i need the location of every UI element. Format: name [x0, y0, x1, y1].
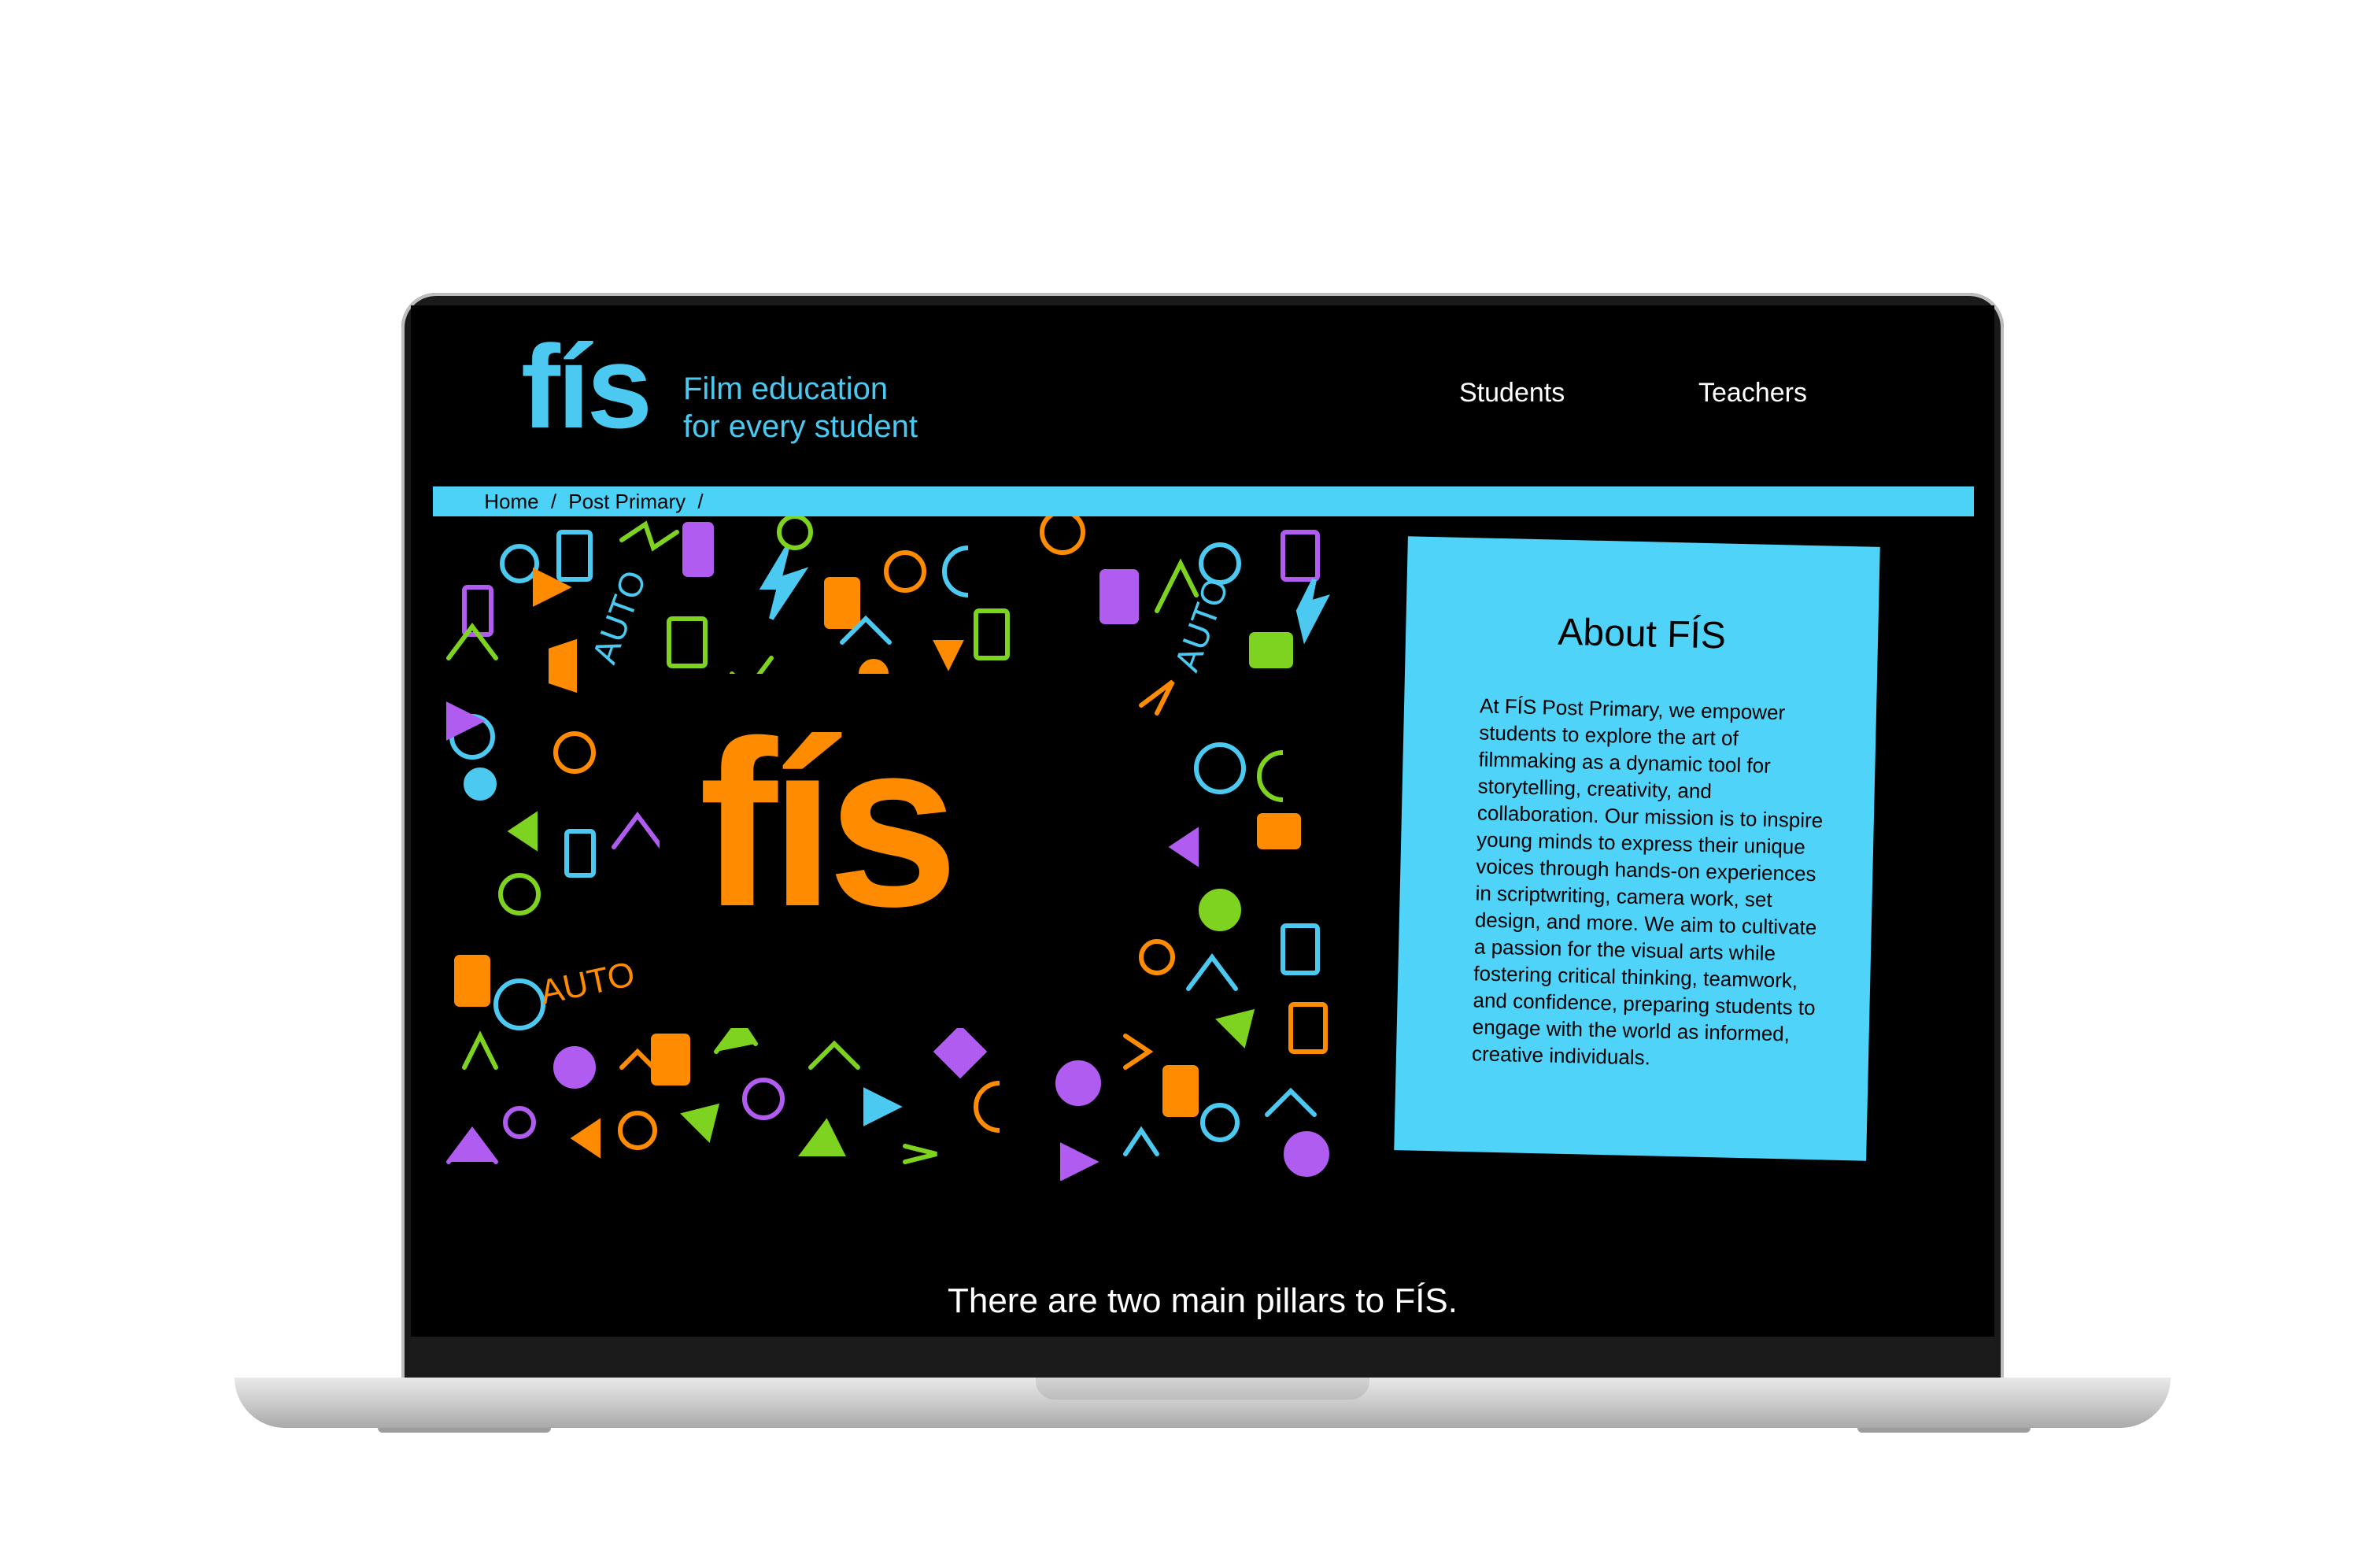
tagline-line-1: Film education [683, 372, 889, 406]
laptop-chin [411, 1337, 1994, 1378]
hero-logo: fís [699, 691, 959, 956]
site-logo[interactable]: fís [521, 327, 652, 446]
hero-image: AUTO AUTO AUTO fís [433, 509, 1347, 1182]
breadcrumb-home[interactable]: Home [484, 486, 538, 516]
site-tagline: Film education for every student [683, 370, 918, 446]
laptop-foot-right [1857, 1428, 2031, 1433]
hero-logo-panel: fís [660, 674, 1111, 1028]
nav-teachers[interactable]: Teachers [1698, 378, 1807, 409]
breadcrumb-post-primary[interactable]: Post Primary [568, 486, 686, 516]
about-panel: About FÍS At FÍS Post Primary, we empowe… [1394, 536, 1880, 1161]
nav-students[interactable]: Students [1459, 378, 1565, 409]
breadcrumb: Home / Post Primary / [433, 486, 1974, 516]
breadcrumb-separator: / [697, 490, 704, 513]
laptop-foot-left [378, 1428, 551, 1433]
browser-screen: fís Film education for every student Stu… [411, 305, 1994, 1337]
breadcrumb-separator: / [550, 490, 557, 513]
about-title: About FÍS [1557, 611, 1727, 657]
tagline-line-2: for every student [683, 409, 918, 444]
about-body: At FÍS Post Primary, we empower students… [1471, 693, 1824, 1070]
pillars-heading: There are two main pillars to FÍS. [947, 1282, 1458, 1320]
laptop-opening-notch [1036, 1378, 1369, 1400]
